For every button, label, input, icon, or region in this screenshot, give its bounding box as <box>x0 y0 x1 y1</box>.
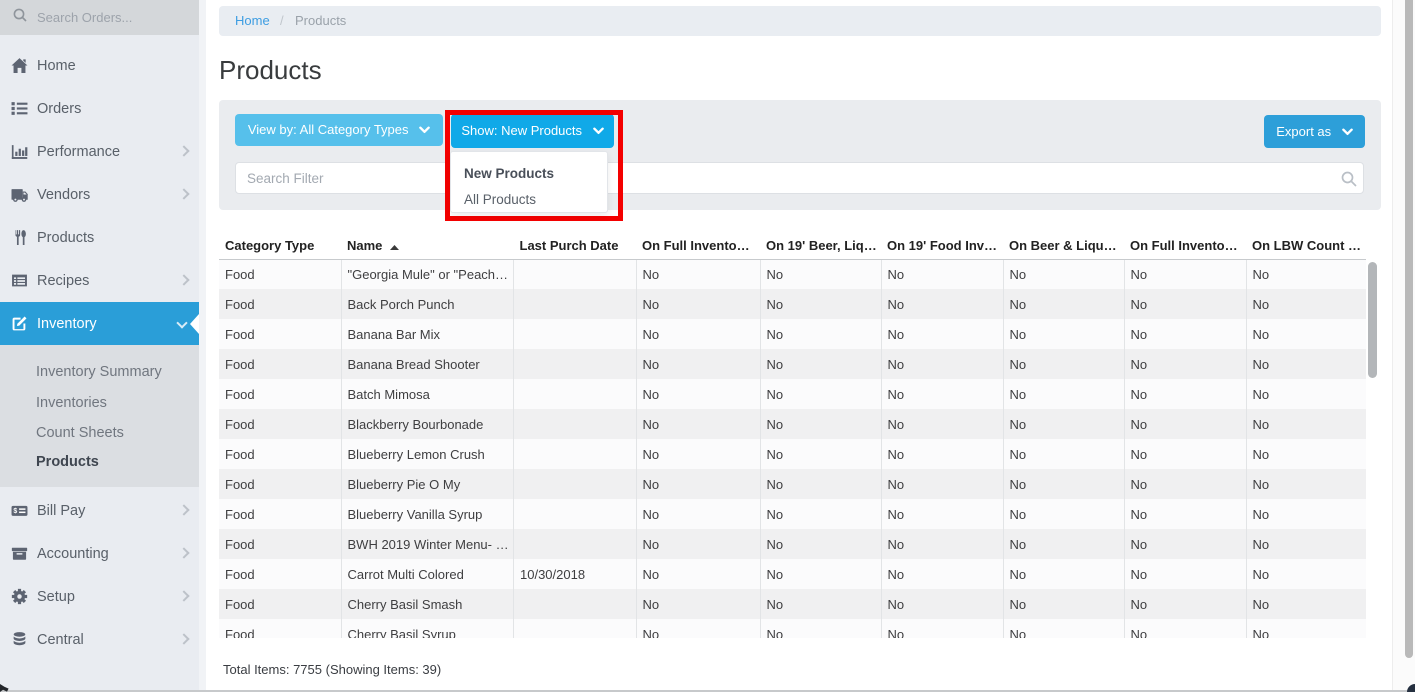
svg-text:$: $ <box>13 508 17 515</box>
